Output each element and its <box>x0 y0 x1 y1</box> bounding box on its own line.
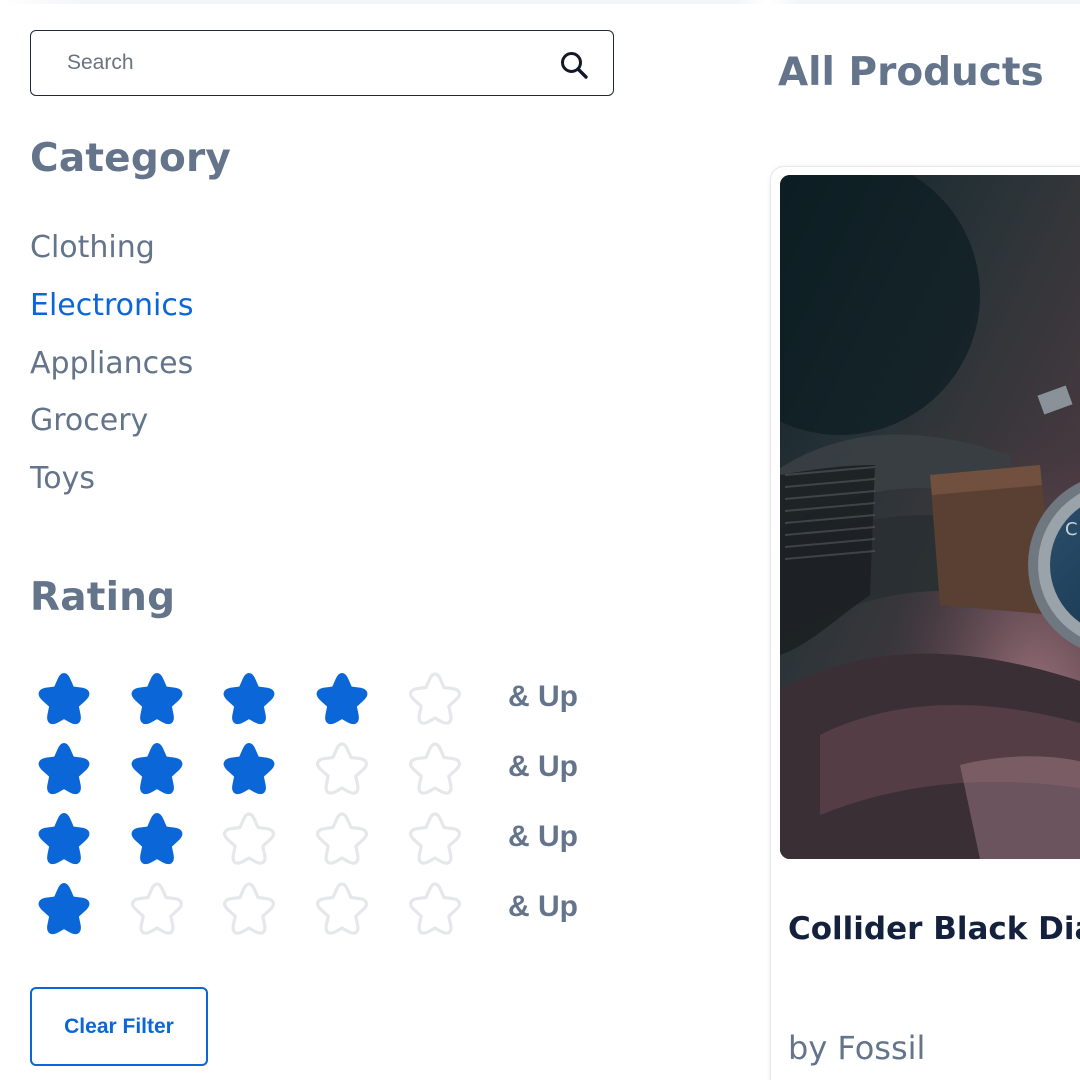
search-input[interactable] <box>67 41 547 85</box>
star-filled-icon <box>129 740 185 796</box>
star-empty-icon <box>221 880 277 936</box>
rating-option-4-up[interactable]: & Up <box>36 668 636 738</box>
and-up-label: & Up <box>508 750 578 783</box>
category-item-electronics[interactable]: Electronics <box>30 284 194 342</box>
star-filled-icon <box>221 670 277 726</box>
star-filled-icon <box>314 670 370 726</box>
rating-option-2-up[interactable]: & Up <box>36 808 636 878</box>
star-filled-icon <box>221 740 277 796</box>
page: Category ClothingElectronicsAppliancesGr… <box>0 0 1080 1080</box>
category-item-grocery[interactable]: Grocery <box>30 399 194 457</box>
star-empty-icon <box>314 740 370 796</box>
star-empty-icon <box>314 810 370 866</box>
star-filled-icon <box>36 880 92 936</box>
rating-option-1-up[interactable]: & Up <box>36 878 636 948</box>
star-empty-icon <box>407 810 463 866</box>
product-card[interactable]: C Collider Black Dia by Fossil <box>770 166 1080 1080</box>
star-filled-icon <box>36 740 92 796</box>
star-filled-icon <box>129 670 185 726</box>
search-box[interactable] <box>30 30 614 96</box>
category-item-clothing[interactable]: Clothing <box>30 226 194 284</box>
rating-option-3-up[interactable]: & Up <box>36 738 636 808</box>
watch-photo-icon: C <box>780 175 1080 859</box>
rating-filter: & Up & Up & Up & Up <box>36 668 636 948</box>
star-empty-icon <box>129 880 185 936</box>
star-filled-icon <box>129 810 185 866</box>
category-heading: Category <box>30 136 231 181</box>
category-item-appliances[interactable]: Appliances <box>30 342 194 400</box>
star-empty-icon <box>314 880 370 936</box>
category-item-toys[interactable]: Toys <box>30 457 194 515</box>
star-empty-icon <box>221 810 277 866</box>
rating-heading: Rating <box>30 575 176 620</box>
star-empty-icon <box>407 740 463 796</box>
star-empty-icon <box>407 880 463 936</box>
product-image[interactable]: C <box>780 175 1080 859</box>
star-filled-icon <box>36 670 92 726</box>
clear-filter-button[interactable]: Clear Filter <box>30 987 208 1066</box>
search-icon[interactable] <box>559 50 589 80</box>
top-divider <box>0 0 1080 4</box>
product-name[interactable]: Collider Black Dia <box>788 911 1080 947</box>
page-title: All Products <box>778 50 1044 95</box>
product-brand: by Fossil <box>788 1029 926 1067</box>
and-up-label: & Up <box>508 890 578 923</box>
svg-text:C: C <box>1065 519 1078 540</box>
category-list: Clothing Electronics Appliances Grocery Toys <box>30 226 194 515</box>
star-empty-icon <box>407 670 463 726</box>
and-up-label: & Up <box>508 680 578 713</box>
and-up-label: & Up <box>508 820 578 853</box>
star-filled-icon <box>36 810 92 866</box>
